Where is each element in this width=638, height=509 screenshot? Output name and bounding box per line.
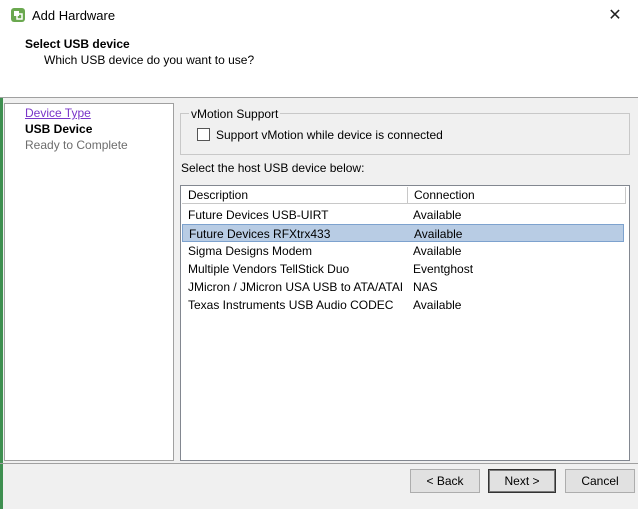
step-device-type[interactable]: Device Type — [25, 106, 91, 120]
row-description: Sigma Designs Modem — [188, 244, 313, 258]
vmotion-support-group: vMotion Support Support vMotion while de… — [180, 107, 630, 155]
table-row-selected[interactable]: Future Devices RFXtrx433 Available — [182, 224, 624, 242]
row-connection: Available — [413, 244, 462, 258]
wizard-steps-panel: Device Type USB Device Ready to Complete — [4, 103, 174, 461]
table-row[interactable]: Future Devices USB-UIRT Available — [182, 206, 624, 224]
vsphere-hardware-icon — [11, 8, 25, 22]
column-header-connection[interactable]: Connection — [408, 187, 626, 204]
usb-device-list[interactable]: Description Connection Future Devices US… — [180, 185, 630, 461]
window-title: Add Hardware — [32, 8, 116, 23]
title-bar: Add Hardware ✕ — [0, 0, 638, 30]
table-row[interactable]: Multiple Vendors TellStick Duo Eventghos… — [182, 260, 624, 278]
device-list-label: Select the host USB device below: — [181, 161, 365, 175]
vmotion-checkbox-label[interactable]: Support vMotion while device is connecte… — [216, 128, 443, 142]
close-icon: ✕ — [608, 7, 622, 24]
close-button[interactable]: ✕ — [592, 0, 638, 30]
row-connection: Available — [414, 227, 463, 241]
vmotion-checkbox[interactable] — [197, 128, 210, 141]
page-title: Select USB device — [25, 37, 130, 51]
table-row[interactable]: Texas Instruments USB Audio CODEC Availa… — [182, 296, 624, 314]
column-header-description[interactable]: Description — [182, 187, 408, 204]
page-subtitle: Which USB device do you want to use? — [44, 53, 255, 67]
step-usb-device: USB Device — [25, 122, 93, 136]
step-ready-to-complete: Ready to Complete — [25, 138, 128, 152]
row-connection: NAS — [413, 280, 438, 294]
row-connection: Eventghost — [413, 262, 474, 276]
back-button[interactable]: < Back — [410, 469, 480, 493]
row-description: Multiple Vendors TellStick Duo — [188, 262, 350, 276]
footer-divider — [0, 463, 638, 464]
row-connection: Available — [413, 298, 462, 312]
next-button[interactable]: Next > — [488, 469, 556, 493]
cancel-button[interactable]: Cancel — [565, 469, 635, 493]
vmotion-group-title: vMotion Support — [189, 107, 281, 121]
table-row[interactable]: Sigma Designs Modem Available — [182, 242, 624, 260]
table-row[interactable]: JMicron / JMicron USA USB to ATA/ATAPI..… — [182, 278, 624, 296]
row-description: Texas Instruments USB Audio CODEC — [188, 298, 394, 312]
row-description: JMicron / JMicron USA USB to ATA/ATAPI..… — [188, 280, 402, 294]
wizard-header: Select USB device Which USB device do yo… — [0, 30, 638, 98]
row-connection: Available — [413, 208, 462, 222]
row-description: Future Devices RFXtrx433 — [189, 227, 331, 241]
row-description: Future Devices USB-UIRT — [188, 208, 329, 222]
